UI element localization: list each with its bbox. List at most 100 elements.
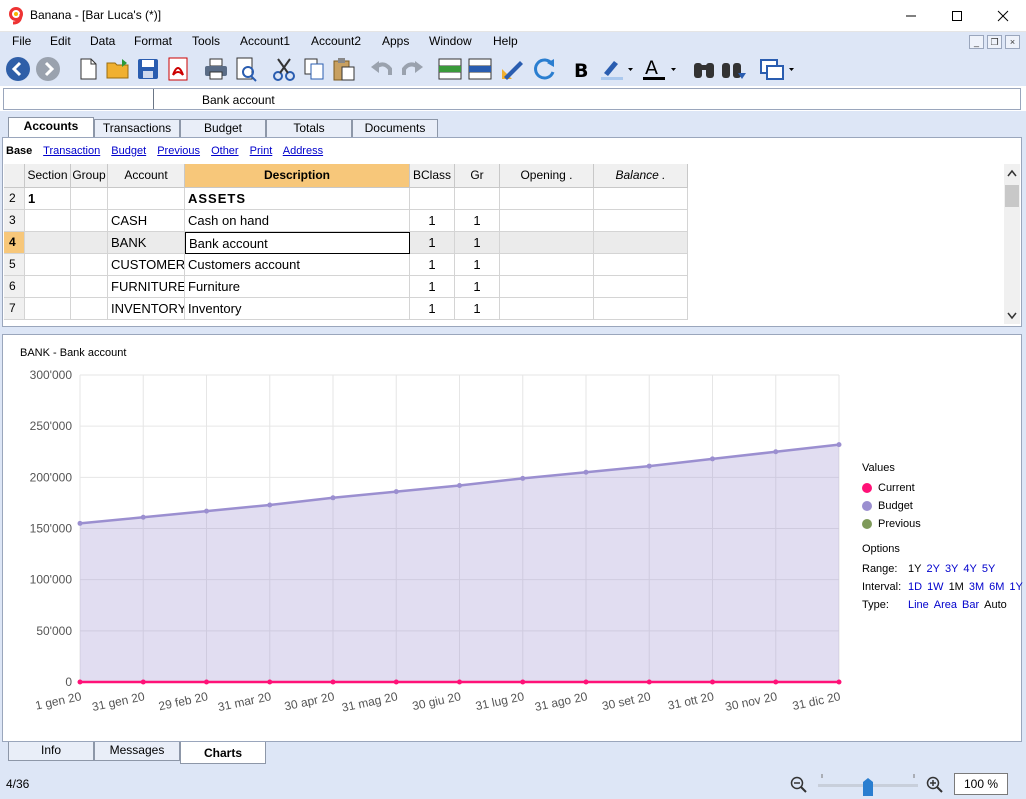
find-replace-icon[interactable] [720, 55, 748, 83]
redo-icon[interactable] [398, 55, 426, 83]
table-row[interactable]: 3 CASH Cash on hand 1 1 [4, 210, 690, 232]
cell-opening[interactable] [500, 276, 594, 298]
menu-edit[interactable]: Edit [50, 34, 71, 48]
maximize-button[interactable] [934, 0, 980, 32]
print-preview-icon[interactable] [232, 55, 260, 83]
cell-balance[interactable] [594, 254, 688, 276]
cell-opening[interactable] [500, 232, 594, 254]
range-1y[interactable]: 1Y [908, 563, 921, 575]
paste-icon[interactable] [330, 55, 358, 83]
cell-opening[interactable] [500, 254, 594, 276]
interval-1y[interactable]: 1Y [1009, 581, 1022, 593]
undo-icon[interactable] [368, 55, 396, 83]
interval-1m[interactable]: 1M [949, 581, 964, 593]
range-3y[interactable]: 3Y [945, 563, 958, 575]
interval-1d[interactable]: 1D [908, 581, 922, 593]
menu-account2[interactable]: Account2 [311, 34, 361, 48]
cell-edit-bar[interactable]: Bank account [3, 88, 1021, 110]
cell-section[interactable] [25, 276, 71, 298]
cell-gr[interactable]: 1 [455, 232, 500, 254]
mdi-restore-button[interactable]: ❐ [987, 35, 1002, 49]
cell-gr[interactable]: 1 [455, 298, 500, 320]
cell-balance[interactable] [594, 298, 688, 320]
cell-gr[interactable]: 1 [455, 210, 500, 232]
cell-address-field[interactable] [4, 89, 154, 109]
cell-balance[interactable] [594, 188, 688, 210]
table-row[interactable]: 5 CUSTOMER Customers account 1 1 [4, 254, 690, 276]
interval-6m[interactable]: 6M [989, 581, 1004, 593]
insert-row-icon[interactable] [436, 55, 464, 83]
view-transaction[interactable]: Transaction [43, 145, 100, 157]
interval-3m[interactable]: 3M [969, 581, 984, 593]
cell-opening[interactable] [500, 298, 594, 320]
zoom-slider[interactable] [816, 772, 920, 798]
pdf-icon[interactable] [164, 55, 192, 83]
cell-group[interactable] [71, 276, 108, 298]
edit-pencil-icon[interactable] [498, 55, 526, 83]
table-row-selected[interactable]: 4 BANK Bank account 1 1 [4, 232, 690, 254]
cell-account[interactable]: BANK [108, 232, 185, 254]
header-gr[interactable]: Gr [455, 164, 500, 188]
tab-transactions[interactable]: Transactions [94, 119, 180, 137]
scroll-up-icon[interactable] [1007, 169, 1017, 177]
view-other[interactable]: Other [211, 145, 239, 157]
table-vertical-scrollbar[interactable] [1004, 164, 1020, 324]
cell-account[interactable]: INVENTORY [108, 298, 185, 320]
tab-budget[interactable]: Budget [180, 119, 266, 137]
menu-apps[interactable]: Apps [382, 34, 409, 48]
table-row[interactable]: 6 FURNITURE Furniture 1 1 [4, 276, 690, 298]
type-auto[interactable]: Auto [984, 599, 1007, 611]
menu-window[interactable]: Window [429, 34, 472, 48]
header-section[interactable]: Section [25, 164, 71, 188]
back-icon[interactable] [4, 55, 32, 83]
table-row[interactable]: 2 1 ASSETS [4, 188, 690, 210]
cell-group[interactable] [71, 298, 108, 320]
new-file-icon[interactable] [74, 55, 102, 83]
cell-balance[interactable] [594, 232, 688, 254]
header-group[interactable]: Group [71, 164, 108, 188]
menu-account1[interactable]: Account1 [240, 34, 290, 48]
save-icon[interactable] [134, 55, 162, 83]
header-balance[interactable]: Balance . [594, 164, 688, 188]
highlight-color-icon[interactable] [598, 55, 636, 83]
cell-description-current[interactable]: Bank account [185, 232, 410, 254]
cell-balance[interactable] [594, 276, 688, 298]
cell-gr[interactable] [455, 188, 500, 210]
interval-1w[interactable]: 1W [927, 581, 944, 593]
legend-item-previous[interactable]: Previous [862, 515, 1026, 533]
font-color-icon[interactable]: A [640, 55, 680, 83]
zoom-level-field[interactable]: 100 % [954, 773, 1008, 795]
tab-totals[interactable]: Totals [266, 119, 352, 137]
close-button[interactable] [980, 0, 1026, 32]
type-line[interactable]: Line [908, 599, 929, 611]
legend-item-budget[interactable]: Budget [862, 497, 1026, 515]
header-account[interactable]: Account [108, 164, 185, 188]
cell-account[interactable]: CASH [108, 210, 185, 232]
cell-bclass[interactable]: 1 [410, 276, 455, 298]
menu-format[interactable]: Format [134, 34, 172, 48]
cell-bclass[interactable]: 1 [410, 210, 455, 232]
cell-account[interactable] [108, 188, 185, 210]
range-5y[interactable]: 5Y [982, 563, 995, 575]
menu-tools[interactable]: Tools [192, 34, 220, 48]
cell-group[interactable] [71, 210, 108, 232]
bold-icon[interactable]: B [568, 55, 596, 83]
cell-opening[interactable] [500, 188, 594, 210]
tab-documents[interactable]: Documents [352, 119, 438, 137]
mdi-close-button[interactable]: × [1005, 35, 1020, 49]
forward-icon[interactable] [34, 55, 62, 83]
cut-icon[interactable] [270, 55, 298, 83]
cell-description[interactable]: ASSETS [185, 188, 410, 210]
cell-section[interactable] [25, 210, 71, 232]
range-2y[interactable]: 2Y [926, 563, 939, 575]
zoom-in-icon[interactable] [926, 776, 944, 794]
cell-account[interactable]: FURNITURE [108, 276, 185, 298]
cell-bclass[interactable]: 1 [410, 298, 455, 320]
cell-section[interactable] [25, 232, 71, 254]
cell-section[interactable] [25, 254, 71, 276]
mdi-minimize-button[interactable]: _ [969, 35, 984, 49]
cell-group[interactable] [71, 254, 108, 276]
header-bclass[interactable]: BClass [410, 164, 455, 188]
range-4y[interactable]: 4Y [963, 563, 976, 575]
view-previous[interactable]: Previous [157, 145, 200, 157]
